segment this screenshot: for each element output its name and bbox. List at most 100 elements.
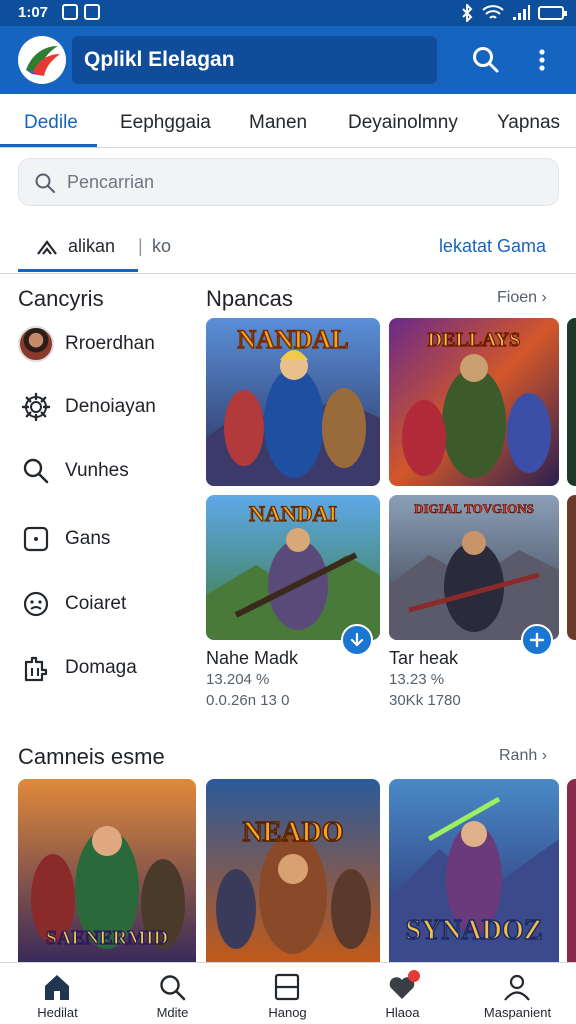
home-outline-icon (37, 240, 57, 255)
filter-ko[interactable]: ko (152, 236, 171, 257)
game-card-image[interactable]: NEADO (206, 779, 380, 962)
card-art-title: NEADO (242, 817, 343, 848)
section-more-label: Ranh (499, 747, 538, 764)
nav-label: Hedilat (37, 1005, 78, 1020)
game-card-image[interactable]: SAENERMID (18, 779, 196, 962)
sidebar-item-label: Denoiayan (65, 396, 156, 417)
game-card-image-partial[interactable] (567, 779, 576, 962)
tab-deyainolmny[interactable]: Deyainolmny (348, 112, 458, 134)
game-card-image-partial[interactable] (567, 318, 576, 486)
search-box[interactable] (18, 158, 559, 206)
section-more-label: Fioen (497, 289, 538, 306)
search-input[interactable] (67, 172, 537, 193)
chevron-right-icon: › (541, 289, 547, 306)
status-time: 1:07 (18, 4, 49, 21)
filter-link[interactable]: lekatat Gama (439, 236, 546, 257)
game-downloads: 0.0.26n 13 0 (206, 692, 290, 709)
nav-home[interactable]: Hedilat (0, 963, 115, 1024)
card-art-title: NANDAI (249, 501, 337, 526)
app-title: Qplikl Elelagan (84, 48, 235, 71)
avatar (18, 326, 54, 362)
face-icon (23, 591, 49, 617)
sidebar-item-label: Rroerdhan (65, 333, 155, 354)
section-title-popular: Npancas (206, 286, 293, 311)
square-icon (23, 526, 49, 552)
image-icon (62, 4, 78, 20)
game-rating: 13.204 % (206, 671, 270, 688)
chevron-right-icon: › (541, 747, 548, 764)
sidebar-item-gans[interactable]: Gans (18, 519, 198, 559)
app-bar: Qplikl Elelagan (0, 26, 576, 94)
notification-badge (408, 970, 420, 982)
home-icon (45, 975, 69, 1000)
game-card-image[interactable]: DELLAYS (389, 318, 559, 486)
nav-label: Hanog (268, 1005, 307, 1020)
nav-hlaoa[interactable]: Hlaoa (345, 963, 460, 1024)
download-button[interactable] (341, 624, 373, 656)
game-card-image[interactable]: DIGIAL TOVGIONS (389, 495, 559, 640)
puzzle-icon (24, 656, 48, 682)
card-art-title: DELLAYS (428, 329, 521, 351)
nav-label: Mdite (156, 1005, 189, 1020)
tab-eephggaia[interactable]: Eephggaia (120, 112, 211, 134)
search-icon (160, 975, 186, 1001)
nav-hanog[interactable]: Hanog (230, 963, 345, 1024)
tab-yapnas[interactable]: Yapnas (497, 112, 560, 134)
bluetooth-icon (462, 4, 473, 22)
card-art-title: NANDAL (237, 325, 348, 354)
wifi-icon (482, 5, 504, 19)
tab-indicator (0, 144, 97, 147)
nav-search[interactable]: Mdite (115, 963, 230, 1024)
game-card-image[interactable]: NANDAL (206, 318, 380, 486)
filter-divider: | (138, 236, 143, 256)
tab-manen[interactable]: Manen (249, 112, 307, 134)
game-name[interactable]: Tar heak (389, 648, 458, 669)
nav-label: Maspanient (483, 1005, 552, 1020)
sidebar-item-rroerdhan[interactable]: Rroerdhan (18, 324, 198, 364)
signal-icon (513, 5, 530, 20)
status-bar: 1:07 (0, 0, 576, 26)
search-icon (23, 458, 49, 484)
window-icon (274, 973, 300, 1001)
battery-icon (538, 6, 567, 20)
sidebar-item-label: Vunhes (65, 460, 129, 481)
card-art-title: DIGIAL TOVGIONS (414, 501, 534, 516)
download-icon (350, 632, 364, 647)
tab-dedile[interactable]: Dedile (24, 112, 78, 134)
profile-icon (504, 974, 530, 1001)
card-art-title: SYNADOZ (406, 915, 543, 946)
download-button[interactable] (521, 624, 553, 656)
sidebar-item-label: Coiaret (65, 593, 127, 614)
game-card-image[interactable]: NANDAI (206, 495, 380, 640)
section-title-games: Camneis esme (18, 744, 165, 769)
game-card-image-partial[interactable] (567, 495, 576, 640)
sidebar-item-label: Gans (65, 528, 111, 549)
search-icon[interactable] (470, 44, 502, 76)
bottom-nav: Hedilat Mdite Hanog Hlaoa Maspanient (0, 962, 576, 1024)
nav-profile[interactable]: Maspanient (460, 963, 575, 1024)
sidebar-item-denoiayan[interactable]: Denoiayan (18, 387, 198, 427)
sidebar-item-vunhes[interactable]: Vunhes (18, 451, 198, 491)
tab-bar: Dedile Eephggaia Manen Deyainolmny Yapna… (0, 94, 576, 148)
filter-indicator (18, 269, 138, 272)
filter-alikan[interactable]: alikan (68, 236, 115, 257)
app-logo[interactable] (18, 36, 66, 84)
sidebar-title: Cancyris (18, 286, 104, 311)
game-card-image[interactable]: SYNADOZ (389, 779, 559, 962)
gear-icon (21, 392, 51, 422)
game-rating: 13.23 % (389, 671, 445, 688)
card-art-title: SAENERMID (46, 927, 168, 949)
message-icon (84, 4, 100, 20)
section-more-games[interactable]: Ranh › (499, 747, 547, 765)
section-more-popular[interactable]: Fioen › (497, 289, 547, 307)
filter-row: alikan | ko lekatat Gama (0, 218, 576, 274)
search-icon (35, 173, 55, 193)
game-downloads: 30Kk 1780 (389, 692, 461, 709)
game-name[interactable]: Nahe Madk (206, 648, 298, 669)
nav-label: Hlaoa (385, 1005, 420, 1020)
sidebar-item-label: Domaga (65, 657, 137, 678)
sidebar-item-coiaret[interactable]: Coiaret (18, 584, 198, 624)
more-vert-icon[interactable] (526, 44, 558, 76)
sidebar-item-domaga[interactable]: Domaga (18, 648, 198, 688)
app-title-box: Qplikl Elelagan (72, 36, 437, 84)
